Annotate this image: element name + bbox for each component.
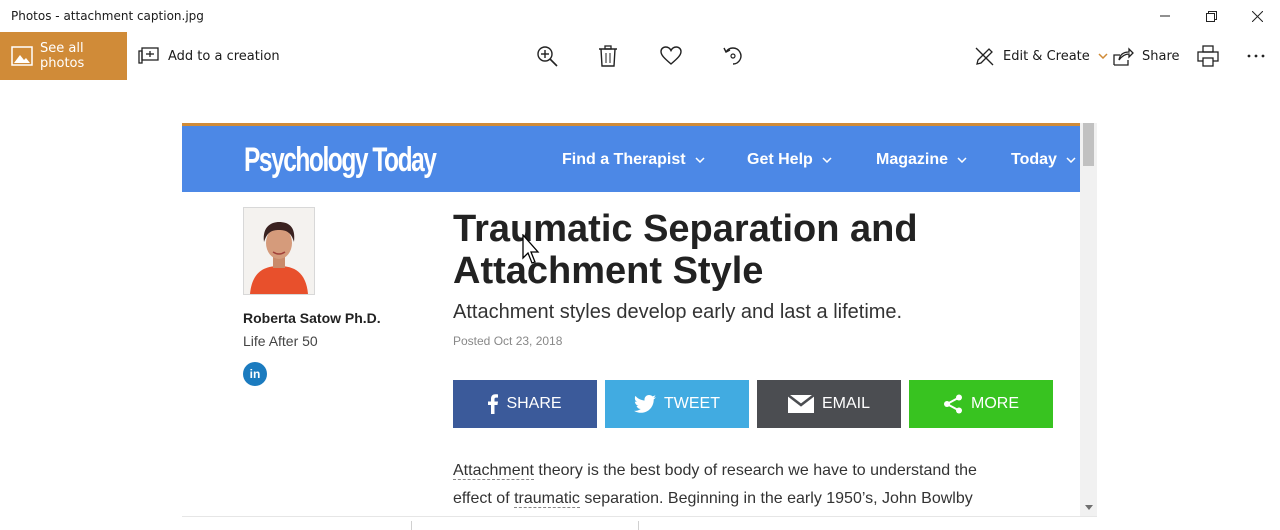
nav-label: Magazine <box>876 151 949 168</box>
body-text-segment: separation. Beginning in the early 1950’… <box>579 490 973 507</box>
printer-icon <box>1197 45 1219 67</box>
add-creation-icon <box>138 46 160 66</box>
filmstrip-edge <box>182 516 1097 530</box>
edit-create-button[interactable]: Edit & Create <box>974 32 1108 80</box>
delete-button[interactable] <box>596 44 620 68</box>
more-dots-icon <box>1247 54 1265 58</box>
share-button-label: MORE <box>971 395 1019 412</box>
minimize-icon <box>1160 15 1170 17</box>
more-options-button[interactable] <box>1244 44 1268 68</box>
nav-get-help: Get Help <box>747 151 832 169</box>
author-name: Roberta Satow Ph.D. <box>243 310 381 326</box>
nav-label: Get Help <box>747 151 813 168</box>
trash-icon <box>599 45 617 67</box>
nav-magazine: Magazine <box>876 151 967 169</box>
chevron-down-icon <box>957 157 967 163</box>
author-blog-name: Life After 50 <box>243 333 318 349</box>
twitter-tweet-button: TWEET <box>605 380 749 428</box>
share-button-label: TWEET <box>664 395 720 412</box>
share-button[interactable]: Share <box>1113 32 1180 80</box>
share-label: Share <box>1142 48 1180 64</box>
more-share-button: MORE <box>909 380 1053 428</box>
toolbar: See all photos Add to a creation Edit & … <box>0 32 1280 80</box>
see-all-photos-label: See all photos <box>40 41 85 71</box>
email-share-button: EMAIL <box>757 380 901 428</box>
image-icon <box>11 46 33 66</box>
article-subhead: Attachment styles develop early and last… <box>453 301 903 323</box>
minimize-button[interactable] <box>1142 0 1188 32</box>
facebook-share-button: SHARE <box>453 380 597 428</box>
article-posted-date: Posted Oct 23, 2018 <box>453 334 563 348</box>
site-header: Psychology Today Find a Therapist Get He… <box>182 126 1080 192</box>
article-body-line-1: Attachment theory is the best body of re… <box>453 457 1063 485</box>
restore-icon <box>1205 10 1217 22</box>
rotate-button[interactable] <box>721 44 745 68</box>
photos-app-window: Photos - attachment caption.jpg See all … <box>0 0 1280 530</box>
traumatic-link: traumatic <box>514 490 580 508</box>
site-logo: Psychology Today <box>244 141 437 179</box>
nav-label: Today <box>1011 151 1057 168</box>
share-nodes-icon <box>943 394 963 414</box>
envelope-icon <box>787 395 814 413</box>
scroll-down-arrow-icon <box>1085 505 1093 510</box>
scrollbar-thumb <box>1083 123 1094 166</box>
linkedin-icon: in <box>243 362 267 386</box>
attachment-link: Attachment <box>453 462 534 480</box>
divider <box>638 521 639 530</box>
article-body-line-2: effect of traumatic separation. Beginnin… <box>453 485 1063 513</box>
close-button[interactable] <box>1234 0 1280 32</box>
title-bar: Photos - attachment caption.jpg <box>0 0 1280 32</box>
mouse-cursor-icon <box>522 234 540 264</box>
nav-label: Find a Therapist <box>562 151 686 168</box>
close-icon <box>1251 10 1263 22</box>
body-text-segment: effect of <box>453 490 515 507</box>
author-avatar <box>243 207 315 295</box>
print-button[interactable] <box>1196 44 1220 68</box>
image-scrollbar <box>1080 123 1097 516</box>
chevron-down-icon <box>1098 53 1108 59</box>
zoom-button[interactable] <box>535 44 559 68</box>
chevron-down-icon <box>695 157 705 163</box>
share-button-label: SHARE <box>506 395 562 412</box>
add-to-creation-button[interactable]: Add to a creation <box>138 32 280 80</box>
twitter-bird-icon <box>634 395 656 413</box>
edit-pencil-icon <box>974 46 995 67</box>
edit-create-label: Edit & Create <box>1003 48 1090 64</box>
restore-button[interactable] <box>1188 0 1234 32</box>
rotate-icon <box>723 47 742 65</box>
divider <box>411 521 412 530</box>
heart-icon <box>660 46 682 65</box>
window-title: Photos - attachment caption.jpg <box>11 9 204 23</box>
body-text-segment: theory is the best body of research we h… <box>533 462 977 479</box>
zoom-in-icon <box>537 46 558 67</box>
article-body: Attachment theory is the best body of re… <box>453 457 1063 513</box>
photo-viewer-image[interactable]: Psychology Today Find a Therapist Get He… <box>182 123 1097 516</box>
nav-today: Today <box>1011 151 1076 169</box>
see-all-photos-button[interactable]: See all photos <box>0 32 127 80</box>
chevron-down-icon <box>1066 157 1076 163</box>
share-button-label: EMAIL <box>821 395 870 412</box>
facebook-icon <box>488 394 499 414</box>
favorite-button[interactable] <box>659 44 683 68</box>
share-icon <box>1113 46 1134 66</box>
nav-find-therapist: Find a Therapist <box>562 151 705 169</box>
chevron-down-icon <box>822 157 832 163</box>
add-to-creation-label: Add to a creation <box>168 48 280 64</box>
